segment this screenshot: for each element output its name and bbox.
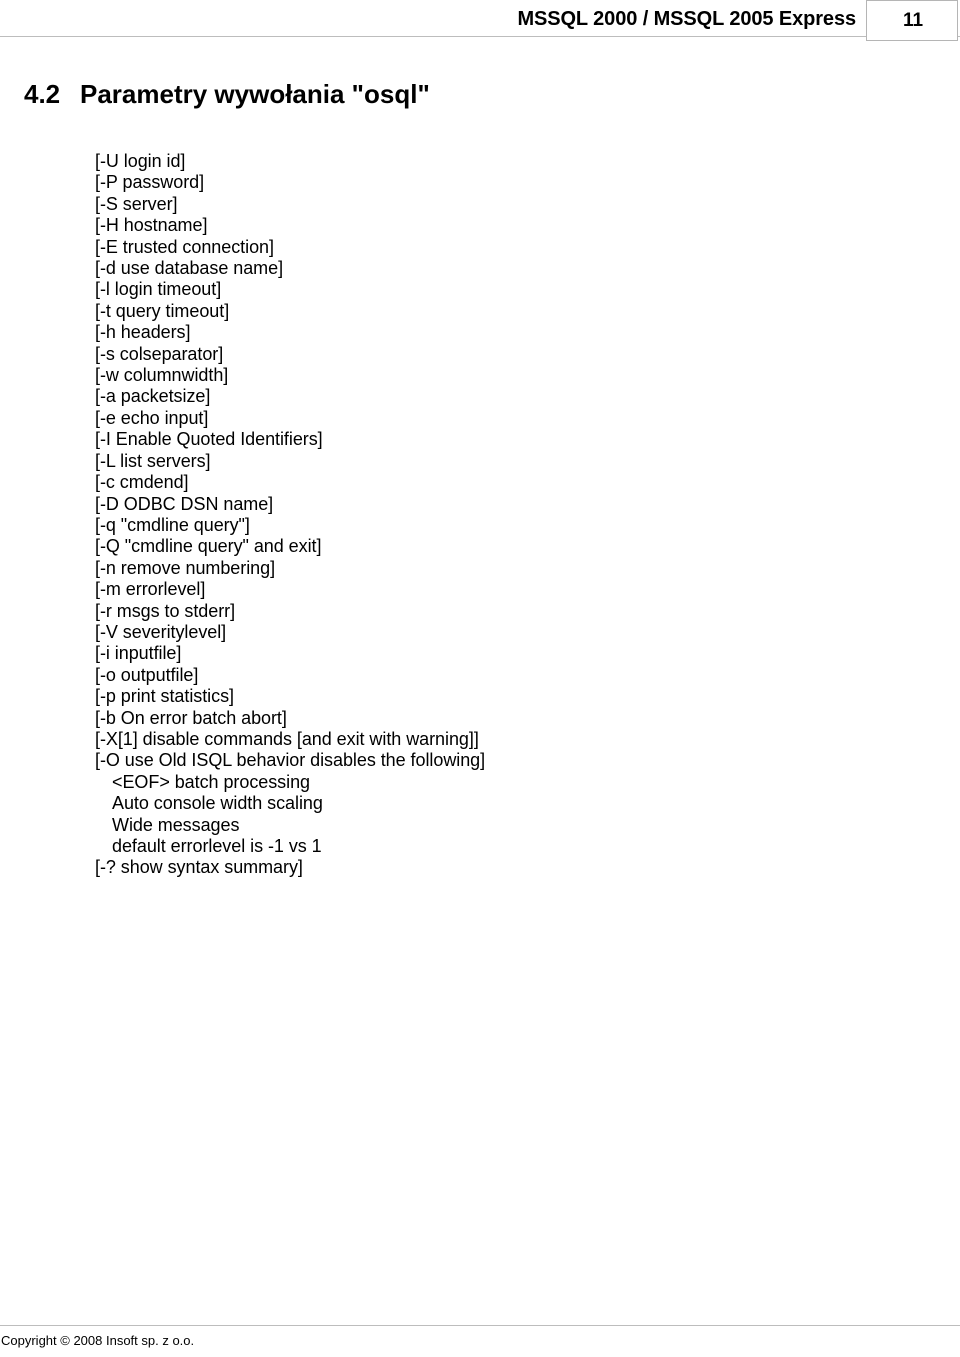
- section-number: 4.2: [24, 79, 61, 109]
- param-line: [-S server]: [95, 193, 178, 214]
- param-line: [-p print statistics]: [95, 686, 234, 707]
- param-line: [-w columnwidth]: [95, 365, 229, 386]
- section-heading: 4.2 Parametry wywołania "osql": [24, 79, 924, 109]
- footer-copyright: Copyright © 2008 Insoft sp. z o.o.: [1, 1333, 195, 1348]
- param-line: [-b On error batch abort]: [95, 707, 287, 728]
- param-line: [-r msgs to stderr]: [95, 600, 236, 621]
- param-line: [-o outputfile]: [95, 664, 199, 685]
- param-line: [-t query timeout]: [95, 300, 230, 321]
- param-line: [-a packetsize]: [95, 386, 211, 407]
- param-line: [-h headers]: [95, 322, 191, 343]
- param-line: default errorlevel is -1 vs 1: [112, 836, 322, 856]
- param-line: [-e echo input]: [95, 407, 209, 428]
- param-line: [-s colseparator]: [95, 343, 224, 364]
- param-line: [-i inputfile]: [95, 643, 182, 664]
- param-line: Auto console width scaling: [112, 793, 323, 814]
- param-line: [-Q "cmdline query" and exit]: [95, 536, 322, 557]
- param-line: [-E trusted connection]: [95, 236, 274, 257]
- param-line: [-D ODBC DSN name]: [95, 493, 274, 514]
- param-line: [-O use Old ISQL behavior disables the f…: [95, 750, 486, 771]
- param-line: <EOF> batch processing: [112, 771, 311, 792]
- param-line: [-P password]: [95, 172, 205, 193]
- param-line: [-d use database name]: [95, 258, 284, 279]
- param-line: [-? show syntax summary]: [95, 857, 303, 878]
- osql-parameter-list: [-U login id] [-P password] [-S server] [-H…: [95, 151, 915, 879]
- document-header-title: MSSQL 2000 / MSSQL 2005 Express: [517, 8, 856, 30]
- param-line: [-U login id]: [95, 151, 186, 171]
- page-number: 11: [902, 10, 924, 31]
- section-title: Parametry wywołania "osql": [80, 79, 430, 109]
- page-number-box: 11: [866, 0, 958, 41]
- param-line: [-H hostname]: [95, 215, 208, 236]
- param-line: [-V severitylevel]: [95, 621, 227, 642]
- param-line: [-c cmdend]: [95, 472, 189, 493]
- param-line: [-n remove numbering]: [95, 557, 276, 578]
- param-line: [-l login timeout]: [95, 279, 222, 300]
- header-divider: [0, 36, 960, 37]
- param-line: [-L list servers]: [95, 450, 211, 471]
- param-line: [-q "cmdline query"]: [95, 514, 250, 535]
- footer-divider: [0, 1325, 960, 1326]
- page-header: MSSQL 2000 / MSSQL 2005 Express 11: [0, 0, 960, 44]
- param-line: [-I Enable Quoted Identifiers]: [95, 429, 323, 450]
- param-line: Wide messages: [112, 814, 240, 835]
- param-line: [-m errorlevel]: [95, 579, 206, 600]
- param-line: [-X[1] disable commands [and exit with w…: [95, 728, 479, 749]
